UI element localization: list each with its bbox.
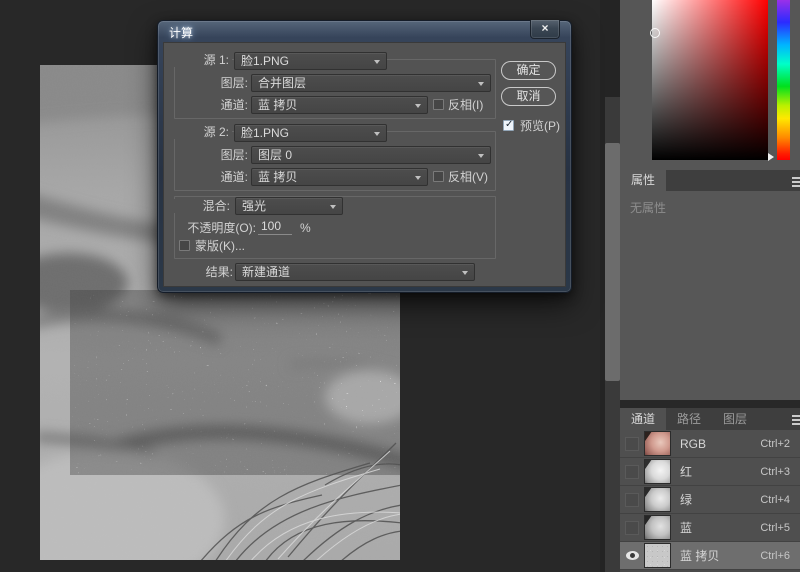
channel-thumbnail	[644, 459, 671, 484]
channel-thumbnail	[644, 487, 671, 512]
channel-shortcut: Ctrl+2	[760, 437, 790, 450]
dialog-body: 源 1: 脸1.PNG 图层: 合并图层 通道: 蓝 拷贝 反相(I) 源 2:…	[163, 42, 566, 287]
visibility-toggle[interactable]	[620, 551, 644, 560]
channel-row[interactable]: 蓝 拷贝 Ctrl+6	[620, 542, 800, 570]
channel-name: RGB	[680, 436, 707, 451]
channels-tab-bar: 通道 路径 图层	[620, 408, 800, 430]
source2-layer-value: 图层 0	[258, 148, 293, 162]
blend-value: 强光	[242, 199, 267, 213]
chevron-down-icon	[478, 154, 484, 158]
properties-tab-bar: 属性	[620, 170, 800, 191]
channels-tab-0[interactable]: 通道	[620, 408, 667, 430]
opacity-unit: %	[300, 221, 311, 235]
source1-layer-label: 图层:	[220, 76, 248, 90]
source1-channel-label: 通道:	[220, 98, 248, 112]
result-value: 新建通道	[242, 265, 291, 279]
tab-properties[interactable]: 属性	[620, 170, 667, 191]
channel-shortcut: Ctrl+3	[760, 465, 790, 478]
source1-layer-select[interactable]: 合并图层	[251, 74, 491, 92]
source1-layer-value: 合并图层	[258, 76, 307, 90]
channel-row[interactable]: 蓝 Ctrl+5	[620, 514, 800, 542]
invert2-checkbox[interactable]	[433, 171, 444, 182]
channel-list: RGB Ctrl+2 红 Ctrl+3 绿 Ctrl+4 蓝 Ctrl+5 蓝 …	[620, 430, 800, 570]
channels-tab-2[interactable]: 图层	[712, 408, 758, 430]
source2-channel-select[interactable]: 蓝 拷贝	[251, 168, 428, 186]
source1-label: 源 1:	[170, 53, 232, 67]
source2-channel-label: 通道:	[220, 170, 248, 184]
chevron-down-icon	[330, 205, 336, 209]
channel-row[interactable]: 红 Ctrl+3	[620, 458, 800, 486]
channel-shortcut: Ctrl+5	[760, 521, 790, 534]
chevron-down-icon	[415, 104, 421, 108]
result-label: 结果:	[205, 265, 233, 279]
source2-label: 源 2:	[170, 125, 232, 139]
chevron-down-icon	[374, 60, 380, 64]
chevron-down-icon	[374, 132, 380, 136]
channel-name: 蓝 拷贝	[680, 549, 720, 563]
invert1-checkbox[interactable]	[433, 99, 444, 110]
chevron-down-icon	[478, 82, 484, 86]
visibility-toggle[interactable]	[620, 437, 644, 451]
preview-checkbox[interactable]	[503, 119, 514, 131]
right-panel-dock: 属性 无属性 通道 路径 图层 RGB Ctrl+2 红 Ctrl+3 绿 Ctrl…	[620, 0, 800, 572]
source1-channel-value: 蓝 拷贝	[258, 98, 298, 112]
invert2-label: 反相(V)	[448, 170, 488, 184]
close-icon[interactable]: ×	[530, 20, 560, 39]
source2-value: 脸1.PNG	[241, 126, 290, 140]
channel-name: 红	[680, 465, 693, 479]
source2-layer-label: 图层:	[220, 148, 248, 162]
source2-layer-select[interactable]: 图层 0	[251, 146, 491, 164]
channel-row[interactable]: 绿 Ctrl+4	[620, 486, 800, 514]
mask-label: 蒙版(K)...	[195, 239, 245, 253]
properties-panel: 属性 无属性	[620, 170, 800, 400]
hue-pointer-icon[interactable]	[768, 153, 774, 161]
visibility-toggle[interactable]	[620, 465, 644, 479]
calculations-dialog: 计算 × 源 1: 脸1.PNG 图层: 合并图层 通道: 蓝 拷贝 反相(I)…	[157, 20, 572, 293]
scrollbar-thumb[interactable]	[605, 143, 620, 381]
visibility-toggle[interactable]	[620, 493, 644, 507]
panel-menu-icon[interactable]	[792, 177, 800, 189]
properties-empty-text: 无属性	[620, 191, 800, 400]
chevron-down-icon	[462, 271, 468, 275]
dialog-titlebar[interactable]: 计算 ×	[163, 20, 566, 42]
saturation-brightness-field[interactable]	[650, 0, 768, 160]
source2-select[interactable]: 脸1.PNG	[234, 124, 387, 142]
source2-channel-value: 蓝 拷贝	[258, 170, 298, 184]
visibility-toggle[interactable]	[620, 521, 644, 535]
channel-thumbnail	[644, 431, 671, 456]
canvas-scrollbar-gutter	[600, 0, 620, 572]
preview-label: 预览(P)	[520, 119, 560, 133]
source1-channel-select[interactable]: 蓝 拷贝	[251, 96, 428, 114]
channels-panel: 通道 路径 图层 RGB Ctrl+2 红 Ctrl+3 绿 Ctrl+4 蓝 Ct…	[620, 408, 800, 572]
channel-row[interactable]: RGB Ctrl+2	[620, 430, 800, 458]
dialog-title: 计算	[169, 26, 194, 40]
channel-shortcut: Ctrl+4	[760, 493, 790, 506]
source1-value: 脸1.PNG	[241, 54, 290, 68]
blend-select[interactable]: 强光	[235, 197, 343, 215]
channels-tab-1[interactable]: 路径	[666, 408, 712, 430]
invert1-label: 反相(I)	[448, 98, 484, 112]
chevron-down-icon	[415, 176, 421, 180]
hue-slider[interactable]	[777, 0, 790, 160]
color-picker-panel	[620, 0, 800, 170]
result-select[interactable]: 新建通道	[235, 263, 475, 281]
blend-label: 混合:	[173, 199, 233, 213]
channel-thumbnail	[644, 515, 671, 540]
opacity-input[interactable]: 100	[258, 219, 292, 235]
color-picker-ring-icon[interactable]	[650, 28, 660, 38]
eye-icon	[625, 551, 639, 560]
panel-menu-icon[interactable]	[792, 415, 800, 427]
channel-thumbnail	[644, 543, 671, 568]
cancel-button[interactable]: 取消	[501, 87, 556, 106]
channel-name: 绿	[680, 493, 693, 507]
channel-name: 蓝	[680, 521, 693, 535]
source1-select[interactable]: 脸1.PNG	[234, 52, 387, 70]
mask-checkbox[interactable]	[179, 240, 190, 251]
ok-button[interactable]: 确定	[501, 61, 556, 80]
opacity-label: 不透明度(O):	[187, 221, 256, 235]
channel-shortcut: Ctrl+6	[760, 549, 790, 562]
